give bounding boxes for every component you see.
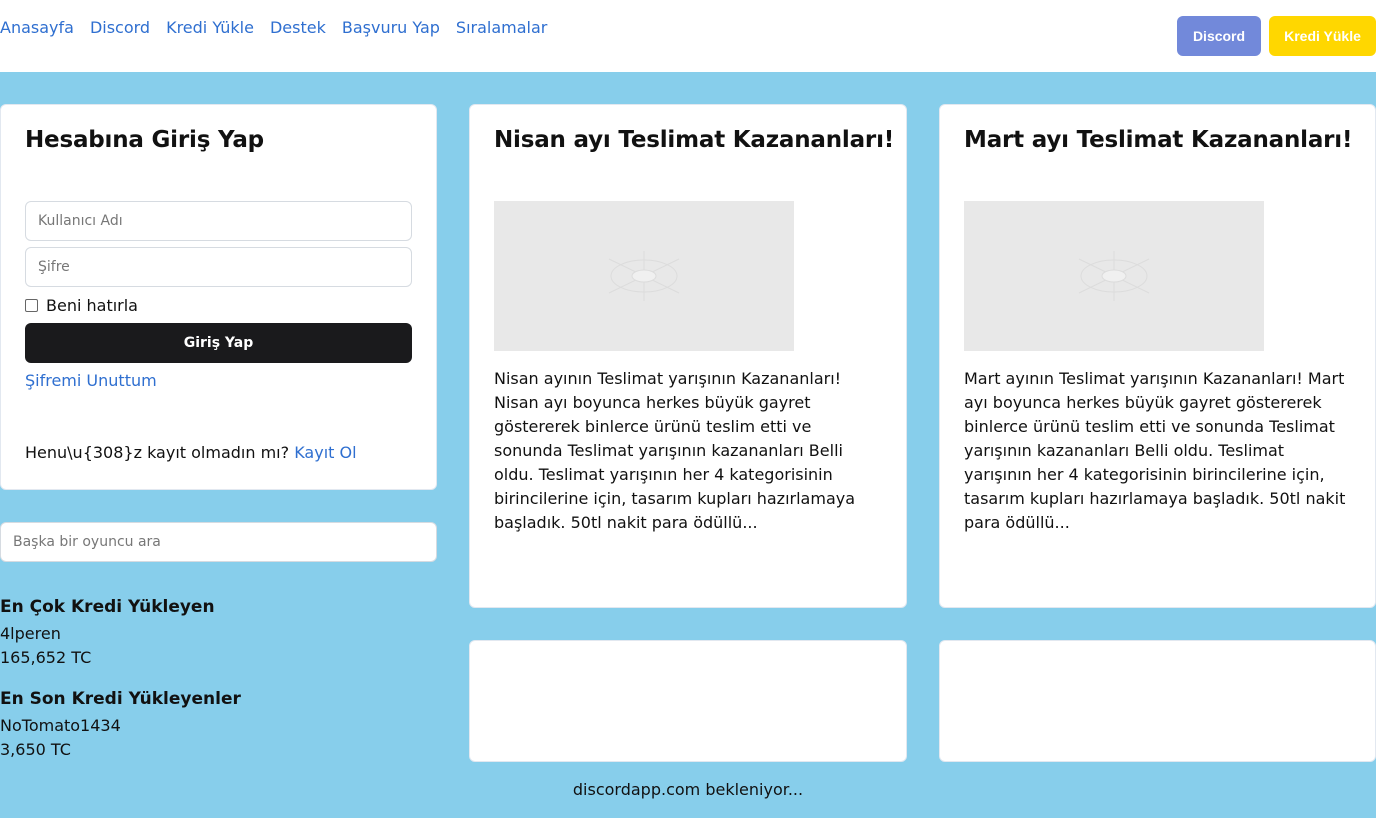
- register-link[interactable]: Kayıt Ol: [294, 443, 356, 462]
- nav-link-kredi-yukle[interactable]: Kredi Yükle: [166, 18, 254, 37]
- register-prompt: Henu\u{308}z kayıt olmadın mı?: [25, 443, 290, 462]
- main-nav: Anasayfa Discord Kredi Yükle Destek Başv…: [0, 18, 563, 37]
- news-text-mart: Mart ayının Teslimat yarışının Kazananla…: [964, 369, 1346, 532]
- remember-checkbox[interactable]: [25, 299, 38, 312]
- nav-link-discord[interactable]: Discord: [90, 18, 150, 37]
- news-title-nisan[interactable]: Nisan ayı Teslimat Kazananları!: [494, 127, 894, 153]
- nav-link-basvuru-yap[interactable]: Başvuru Yap: [342, 18, 440, 37]
- top-loader-amount: 165,652 TC: [0, 648, 92, 667]
- discord-button[interactable]: Discord: [1177, 16, 1261, 56]
- news-card-empty-2: [939, 640, 1376, 762]
- nav-link-anasayfa[interactable]: Anasayfa: [0, 18, 74, 37]
- image-placeholder-icon: [608, 251, 680, 301]
- kredi-yukle-button[interactable]: Kredi Yükle: [1269, 16, 1376, 56]
- news-card-empty-1: [469, 640, 907, 762]
- top-loader-name: 4lperen: [0, 624, 61, 643]
- image-placeholder-icon: [1078, 251, 1150, 301]
- loading-status: discordapp.com bekleniyor...: [572, 780, 804, 799]
- login-title: Hesabına Giriş Yap: [25, 127, 264, 153]
- nav-link-destek[interactable]: Destek: [270, 18, 326, 37]
- news-image-nisan: [494, 201, 794, 351]
- password-input[interactable]: [25, 247, 412, 287]
- forgot-password-link[interactable]: Şifremi Unuttum: [25, 371, 157, 390]
- news-image-mart: [964, 201, 1264, 351]
- player-search-input[interactable]: [0, 522, 437, 562]
- username-input[interactable]: [25, 201, 412, 241]
- top-navbar: Anasayfa Discord Kredi Yükle Destek Başv…: [0, 0, 1376, 72]
- remember-row: Beni hatırla: [25, 296, 138, 315]
- register-row: Henu\u{308}z kayıt olmadın mı? Kayıt Ol: [25, 443, 357, 462]
- remember-label: Beni hatırla: [46, 296, 138, 315]
- login-submit-button[interactable]: Giriş Yap: [25, 323, 412, 363]
- nav-link-siralamalar[interactable]: Sıralamalar: [456, 18, 547, 37]
- news-text-nisan: Nisan ayının Teslimat yarışının Kazananl…: [494, 369, 856, 532]
- recent-loader-amount: 3,650 TC: [0, 740, 71, 759]
- top-loader-heading: En Çok Kredi Yükleyen: [0, 597, 215, 617]
- recent-loaders-heading: En Son Kredi Yükleyenler: [0, 689, 241, 709]
- recent-loader-name: NoTomato1434: [0, 716, 121, 735]
- news-title-mart[interactable]: Mart ayı Teslimat Kazananları!: [964, 127, 1352, 153]
